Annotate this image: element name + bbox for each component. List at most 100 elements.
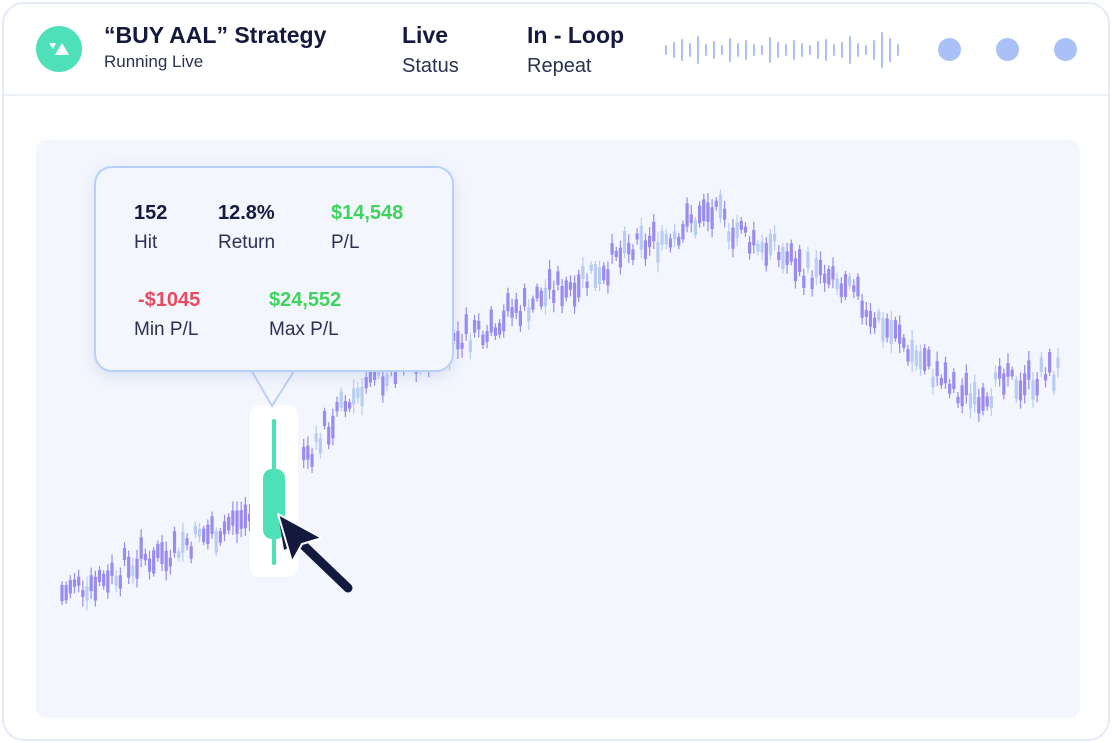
candle-body	[677, 236, 681, 246]
candle-body	[856, 276, 860, 297]
dot-icon[interactable]	[938, 38, 961, 61]
candle-body	[898, 324, 902, 344]
candle-body	[472, 319, 477, 333]
status-value: Live	[402, 22, 449, 48]
candle-body	[214, 530, 218, 553]
strategy-tooltip: 152 Hit 12.8% Return $14,548 P/L -$1045 …	[94, 166, 454, 372]
candle-body	[827, 268, 831, 285]
candle-body	[306, 445, 310, 460]
candle-body	[543, 287, 548, 307]
candle-body	[185, 538, 189, 546]
candle-body	[973, 381, 977, 405]
candle-body	[593, 264, 598, 289]
candle-body	[60, 585, 64, 602]
pl-value: $14,548	[331, 202, 404, 224]
dot-icon[interactable]	[1054, 38, 1077, 61]
candle-body	[935, 361, 939, 377]
candle-body	[923, 347, 927, 371]
candle-body	[122, 548, 127, 561]
candle-body	[614, 250, 618, 258]
candle-body	[477, 320, 481, 330]
strategy-header: “BUY AAL” Strategy Running Live Live Sta…	[4, 4, 1108, 96]
candle-body	[589, 264, 593, 271]
candle-body	[222, 521, 227, 535]
candle-body	[773, 233, 777, 242]
waveform-icon	[665, 32, 899, 68]
candle-body	[556, 271, 560, 285]
candle-body	[927, 349, 931, 367]
candle-body	[197, 529, 202, 537]
candle-body	[1048, 352, 1052, 373]
candle-body	[693, 220, 698, 236]
min-pl-label: Min P/L	[134, 319, 199, 340]
candle-body	[510, 307, 514, 318]
candle-body	[114, 576, 118, 587]
candle-body	[131, 565, 135, 576]
candle-body	[718, 194, 723, 219]
candle-body	[902, 337, 906, 348]
candle-body	[110, 562, 114, 576]
candle-body	[335, 402, 339, 412]
candle-body	[564, 280, 568, 298]
candle-body	[631, 249, 635, 260]
candle-body	[914, 349, 918, 366]
candle-body	[68, 580, 72, 594]
candle-body	[597, 267, 602, 284]
candle-body	[989, 396, 993, 409]
candle-body	[547, 269, 552, 290]
candle-body	[560, 285, 564, 307]
candle-body	[689, 214, 693, 224]
candle-body	[160, 542, 164, 564]
candle-body	[818, 260, 823, 276]
return-value: 12.8%	[218, 202, 275, 224]
candle-body	[497, 322, 502, 335]
candle-body	[485, 331, 489, 342]
candle-body	[764, 242, 768, 266]
candle-body	[577, 274, 581, 298]
candle-body	[202, 528, 206, 543]
candle-body	[189, 546, 193, 559]
candle-body	[660, 230, 664, 245]
candle-body	[735, 222, 739, 239]
candle-body	[702, 199, 706, 222]
max-pl-value: $24,552	[269, 289, 342, 311]
candle-body	[347, 402, 352, 409]
candle-body	[302, 447, 306, 461]
dot-icon[interactable]	[996, 38, 1019, 61]
candle-body	[1010, 369, 1014, 377]
candle-body	[602, 265, 606, 281]
candle-body	[985, 396, 989, 407]
candle-body	[343, 400, 347, 412]
candle-body	[206, 524, 210, 545]
candle-body	[568, 282, 573, 290]
candle-body	[639, 226, 643, 250]
candle-body	[647, 235, 652, 248]
candle-body	[581, 265, 585, 280]
candle-body	[356, 387, 360, 398]
logo-icon	[36, 26, 82, 72]
candle-body	[652, 221, 656, 242]
candle-body	[814, 257, 818, 278]
candle-body	[864, 310, 868, 317]
candle-body	[460, 342, 464, 349]
candle-body	[785, 251, 789, 265]
candle-body	[893, 320, 898, 339]
candle-body	[668, 238, 673, 248]
min-pl-value: -$1045	[138, 289, 201, 311]
candle-body	[218, 531, 222, 543]
candle-body	[739, 220, 743, 230]
candle-body	[1027, 360, 1031, 380]
candle-body	[931, 376, 935, 388]
candle-body	[977, 397, 981, 414]
candle-body	[102, 573, 106, 587]
candle-body	[848, 276, 852, 286]
candle-body	[1006, 363, 1010, 377]
candle-body	[756, 243, 760, 252]
candle-body	[535, 286, 539, 299]
candle-body	[243, 504, 247, 529]
candle-body	[610, 243, 614, 255]
candle-body	[310, 454, 314, 467]
candle-body	[939, 377, 943, 386]
candle-body	[752, 230, 756, 246]
candle-body	[156, 544, 160, 559]
